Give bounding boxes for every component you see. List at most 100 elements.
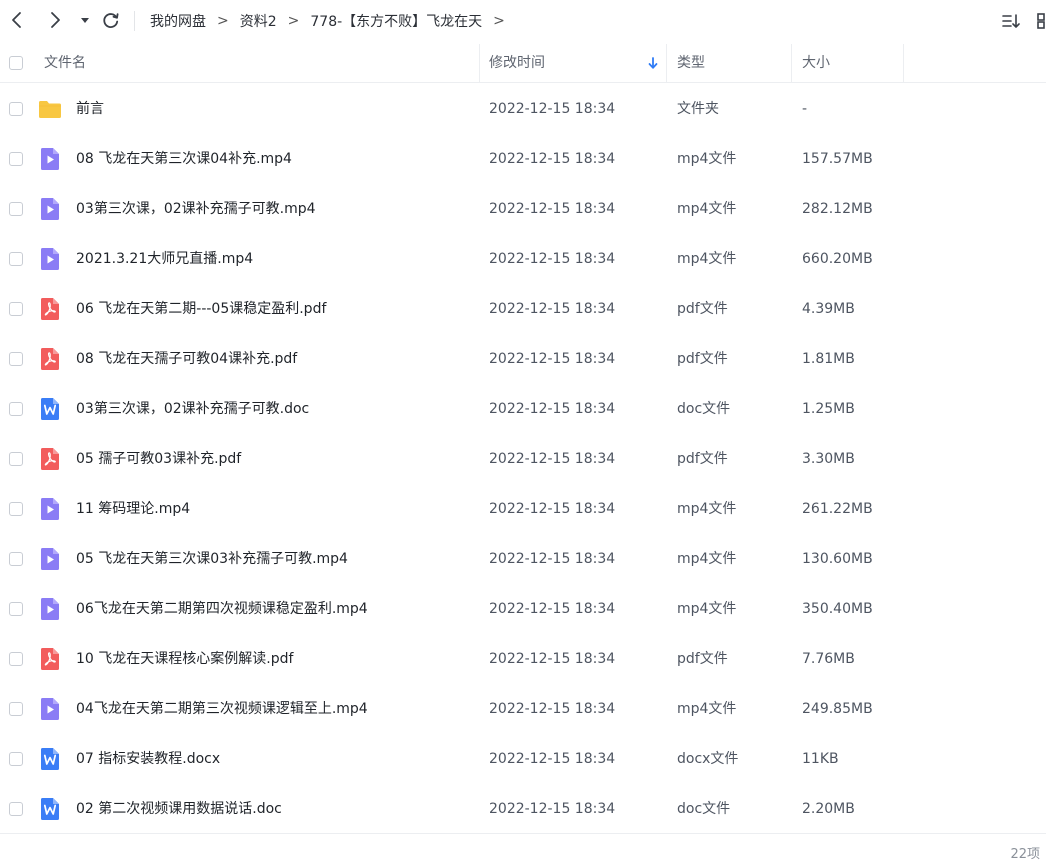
column-divider[interactable]: [666, 44, 667, 82]
row-checkbox[interactable]: [9, 202, 23, 216]
file-size: 350.40MB: [802, 601, 873, 617]
file-row[interactable]: 05 孺子可教03课补充.pdf 2022-12-15 18:34 pdf文件 …: [0, 434, 1046, 484]
file-name[interactable]: 03第三次课，02课补充孺子可教.mp4: [76, 184, 316, 234]
file-name[interactable]: 10 飞龙在天课程核心案例解读.pdf: [76, 634, 293, 684]
sort-options-button[interactable]: [1000, 10, 1022, 32]
file-size: -: [802, 101, 808, 117]
row-checkbox[interactable]: [9, 702, 23, 716]
column-header-modified[interactable]: 修改时间: [489, 44, 545, 82]
file-name[interactable]: 02 第二次视频课用数据说话.doc: [76, 784, 282, 834]
item-count: 22项: [1010, 847, 1040, 862]
file-row[interactable]: 10 飞龙在天课程核心案例解读.pdf 2022-12-15 18:34 pdf…: [0, 634, 1046, 684]
row-checkbox[interactable]: [9, 552, 23, 566]
row-checkbox[interactable]: [9, 302, 23, 316]
file-size: 2.20MB: [802, 801, 855, 817]
video-file-icon: [38, 247, 62, 271]
file-row[interactable]: 02 第二次视频课用数据说话.doc 2022-12-15 18:34 doc文…: [0, 784, 1046, 834]
file-row[interactable]: 04飞龙在天第二期第三次视频课逻辑至上.mp4 2022-12-15 18:34…: [0, 684, 1046, 734]
breadcrumb-item[interactable]: 我的网盘: [150, 11, 206, 31]
file-name[interactable]: 07 指标安装教程.docx: [76, 734, 220, 784]
breadcrumb-item[interactable]: 资料2: [240, 11, 277, 31]
row-checkbox[interactable]: [9, 602, 23, 616]
video-file-icon: [38, 197, 62, 221]
row-checkbox[interactable]: [9, 752, 23, 766]
video-file-icon: [38, 597, 62, 621]
file-type: mp4文件: [677, 551, 737, 567]
column-header-type[interactable]: 类型: [677, 44, 705, 82]
file-modified-time: 2022-12-15 18:34: [489, 401, 616, 417]
file-name[interactable]: 06 飞龙在天第二期---05课稳定盈利.pdf: [76, 284, 326, 334]
file-name[interactable]: 04飞龙在天第二期第三次视频课逻辑至上.mp4: [76, 684, 368, 734]
file-row[interactable]: 2021.3.21大师兄直播.mp4 2022-12-15 18:34 mp4文…: [0, 234, 1046, 284]
file-name[interactable]: 前言: [76, 84, 104, 134]
breadcrumb-current[interactable]: 778-【东方不败】飞龙在天: [310, 11, 482, 31]
file-size: 282.12MB: [802, 201, 873, 217]
file-type: pdf文件: [677, 301, 728, 317]
column-divider[interactable]: [479, 44, 480, 82]
row-checkbox[interactable]: [9, 252, 23, 266]
sort-list-icon: [1002, 14, 1020, 28]
back-button[interactable]: [6, 9, 28, 31]
file-type: mp4文件: [677, 201, 737, 217]
forward-button[interactable]: [44, 9, 66, 31]
file-modified-time: 2022-12-15 18:34: [489, 451, 616, 467]
breadcrumb-separator: >: [493, 13, 505, 29]
file-type: pdf文件: [677, 351, 728, 367]
file-name[interactable]: 2021.3.21大师兄直播.mp4: [76, 234, 253, 284]
chevron-right-icon: [51, 12, 60, 28]
view-mode-button[interactable]: [1034, 10, 1046, 32]
file-row[interactable]: 07 指标安装教程.docx 2022-12-15 18:34 docx文件 1…: [0, 734, 1046, 784]
file-row[interactable]: 08 飞龙在天第三次课04补充.mp4 2022-12-15 18:34 mp4…: [0, 134, 1046, 184]
file-name[interactable]: 11 筹码理论.mp4: [76, 484, 190, 534]
file-size: 249.85MB: [802, 701, 873, 717]
file-type: mp4文件: [677, 501, 737, 517]
file-row[interactable]: 05 飞龙在天第三次课03补充孺子可教.mp4 2022-12-15 18:34…: [0, 534, 1046, 584]
file-size: 261.22MB: [802, 501, 873, 517]
row-checkbox[interactable]: [9, 802, 23, 816]
file-modified-time: 2022-12-15 18:34: [489, 251, 616, 267]
file-size: 157.57MB: [802, 151, 873, 167]
file-row[interactable]: 11 筹码理论.mp4 2022-12-15 18:34 mp4文件 261.2…: [0, 484, 1046, 534]
file-modified-time: 2022-12-15 18:34: [489, 601, 616, 617]
breadcrumb-separator: >: [217, 13, 229, 29]
file-type: doc文件: [677, 801, 731, 817]
file-row[interactable]: 前言 2022-12-15 18:34 文件夹 -: [0, 84, 1046, 134]
file-name[interactable]: 05 孺子可教03课补充.pdf: [76, 434, 241, 484]
file-modified-time: 2022-12-15 18:34: [489, 301, 616, 317]
row-checkbox[interactable]: [9, 402, 23, 416]
caret-down-icon: [81, 18, 89, 23]
file-size: 660.20MB: [802, 251, 873, 267]
row-checkbox[interactable]: [9, 352, 23, 366]
sort-descending-icon[interactable]: [646, 55, 660, 71]
file-row[interactable]: 06 飞龙在天第二期---05课稳定盈利.pdf 2022-12-15 18:3…: [0, 284, 1046, 334]
file-row[interactable]: 06飞龙在天第二期第四次视频课稳定盈利.mp4 2022-12-15 18:34…: [0, 584, 1046, 634]
row-checkbox[interactable]: [9, 102, 23, 116]
file-size: 11KB: [802, 751, 839, 767]
pdf-file-icon: [38, 647, 62, 671]
file-name[interactable]: 08 飞龙在天第三次课04补充.mp4: [76, 134, 292, 184]
file-row[interactable]: 08 飞龙在天孺子可教04课补充.pdf 2022-12-15 18:34 pd…: [0, 334, 1046, 384]
row-checkbox[interactable]: [9, 502, 23, 516]
file-name[interactable]: 03第三次课，02课补充孺子可教.doc: [76, 384, 309, 434]
refresh-button[interactable]: [100, 9, 122, 31]
file-type: 文件夹: [677, 101, 719, 117]
file-size: 7.76MB: [802, 651, 855, 667]
file-name[interactable]: 06飞龙在天第二期第四次视频课稳定盈利.mp4: [76, 584, 368, 634]
file-name[interactable]: 08 飞龙在天孺子可教04课补充.pdf: [76, 334, 297, 384]
file-name[interactable]: 05 飞龙在天第三次课03补充孺子可教.mp4: [76, 534, 348, 584]
file-row[interactable]: 03第三次课，02课补充孺子可教.mp4 2022-12-15 18:34 mp…: [0, 184, 1046, 234]
history-dropdown-button[interactable]: [76, 9, 94, 31]
column-divider[interactable]: [903, 44, 904, 82]
row-checkbox[interactable]: [9, 452, 23, 466]
column-header-name[interactable]: 文件名: [44, 44, 86, 82]
select-all-checkbox[interactable]: [9, 56, 23, 70]
file-row[interactable]: 03第三次课，02课补充孺子可教.doc 2022-12-15 18:34 do…: [0, 384, 1046, 434]
file-list-header: 文件名 修改时间 类型 大小: [0, 44, 1046, 83]
row-checkbox[interactable]: [9, 152, 23, 166]
file-list: 前言 2022-12-15 18:34 文件夹 - 08 飞龙在天第三次课04补…: [0, 84, 1046, 834]
column-header-size[interactable]: 大小: [802, 44, 830, 82]
word-file-icon: [38, 397, 62, 421]
row-checkbox[interactable]: [9, 652, 23, 666]
column-divider[interactable]: [791, 44, 792, 82]
file-type: docx文件: [677, 751, 739, 767]
